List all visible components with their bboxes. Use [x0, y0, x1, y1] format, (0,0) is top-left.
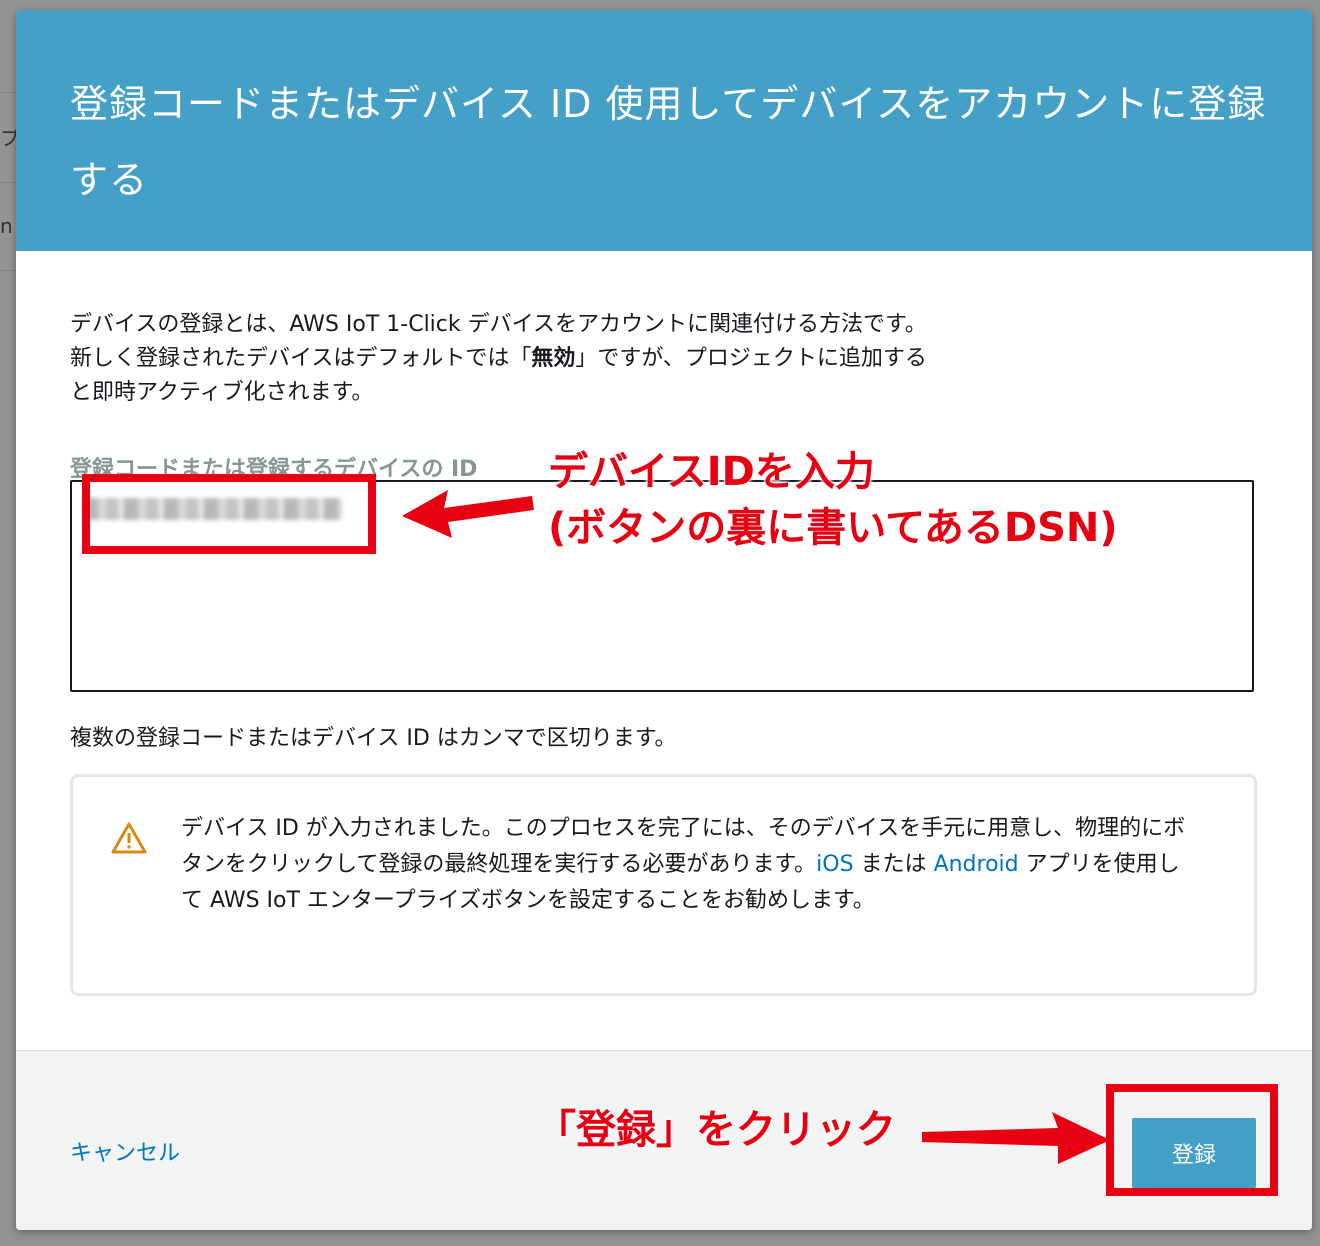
alert-message: デバイス ID が入力されました。このプロセスを完了には、そのデバイスを手元に用… — [181, 816, 1186, 913]
description-line: と即時アクティブ化されます。 — [70, 380, 374, 405]
annotation-input-note: デバイスIDを入力 — [548, 449, 875, 495]
ios-app-link[interactable]: iOS — [816, 852, 853, 877]
cancel-link[interactable]: キャンセル — [70, 1135, 180, 1167]
comma-separator-hint: 複数の登録コードまたはデバイス ID はカンマで区切ります。 — [70, 726, 677, 751]
description-line: 新しく登録されたデバイスはデフォルトでは「無効」ですが、プロジェクトに追加する — [70, 346, 927, 371]
disabled-emphasis: 無効 — [531, 346, 576, 371]
annotation-button-note: 「登録」をクリック — [536, 1107, 896, 1153]
annotation-highlight-register-button — [1106, 1084, 1278, 1196]
annotation-input-note-dsn: (ボタンの裏に書いてあるDSN) — [548, 505, 1118, 551]
annotation-arrow-left-icon — [402, 490, 534, 538]
modal-description: デバイスの登録とは、AWS IoT 1-Click デバイスをアカウントに関連付… — [70, 308, 1070, 410]
screen: プ n 登録コードまたはデバイス ID 使用してデバイスをアカウントに登録する … — [0, 0, 1320, 1246]
annotation-arrow-right-icon — [922, 1112, 1110, 1164]
android-app-link[interactable]: Android — [934, 852, 1019, 877]
description-line: デバイスの登録とは、AWS IoT 1-Click デバイスをアカウントに関連付… — [70, 312, 927, 337]
modal-title: 登録コードまたはデバイス ID 使用してデバイスをアカウントに登録する — [70, 82, 1267, 202]
warning-icon — [111, 822, 147, 854]
annotation-highlight-input — [82, 474, 376, 554]
info-alert-box: デバイス ID が入力されました。このプロセスを完了には、そのデバイスを手元に用… — [70, 774, 1257, 996]
register-device-modal: 登録コードまたはデバイス ID 使用してデバイスをアカウントに登録する デバイス… — [16, 10, 1312, 1230]
modal-header: 登録コードまたはデバイス ID 使用してデバイスをアカウントに登録する — [16, 10, 1312, 251]
